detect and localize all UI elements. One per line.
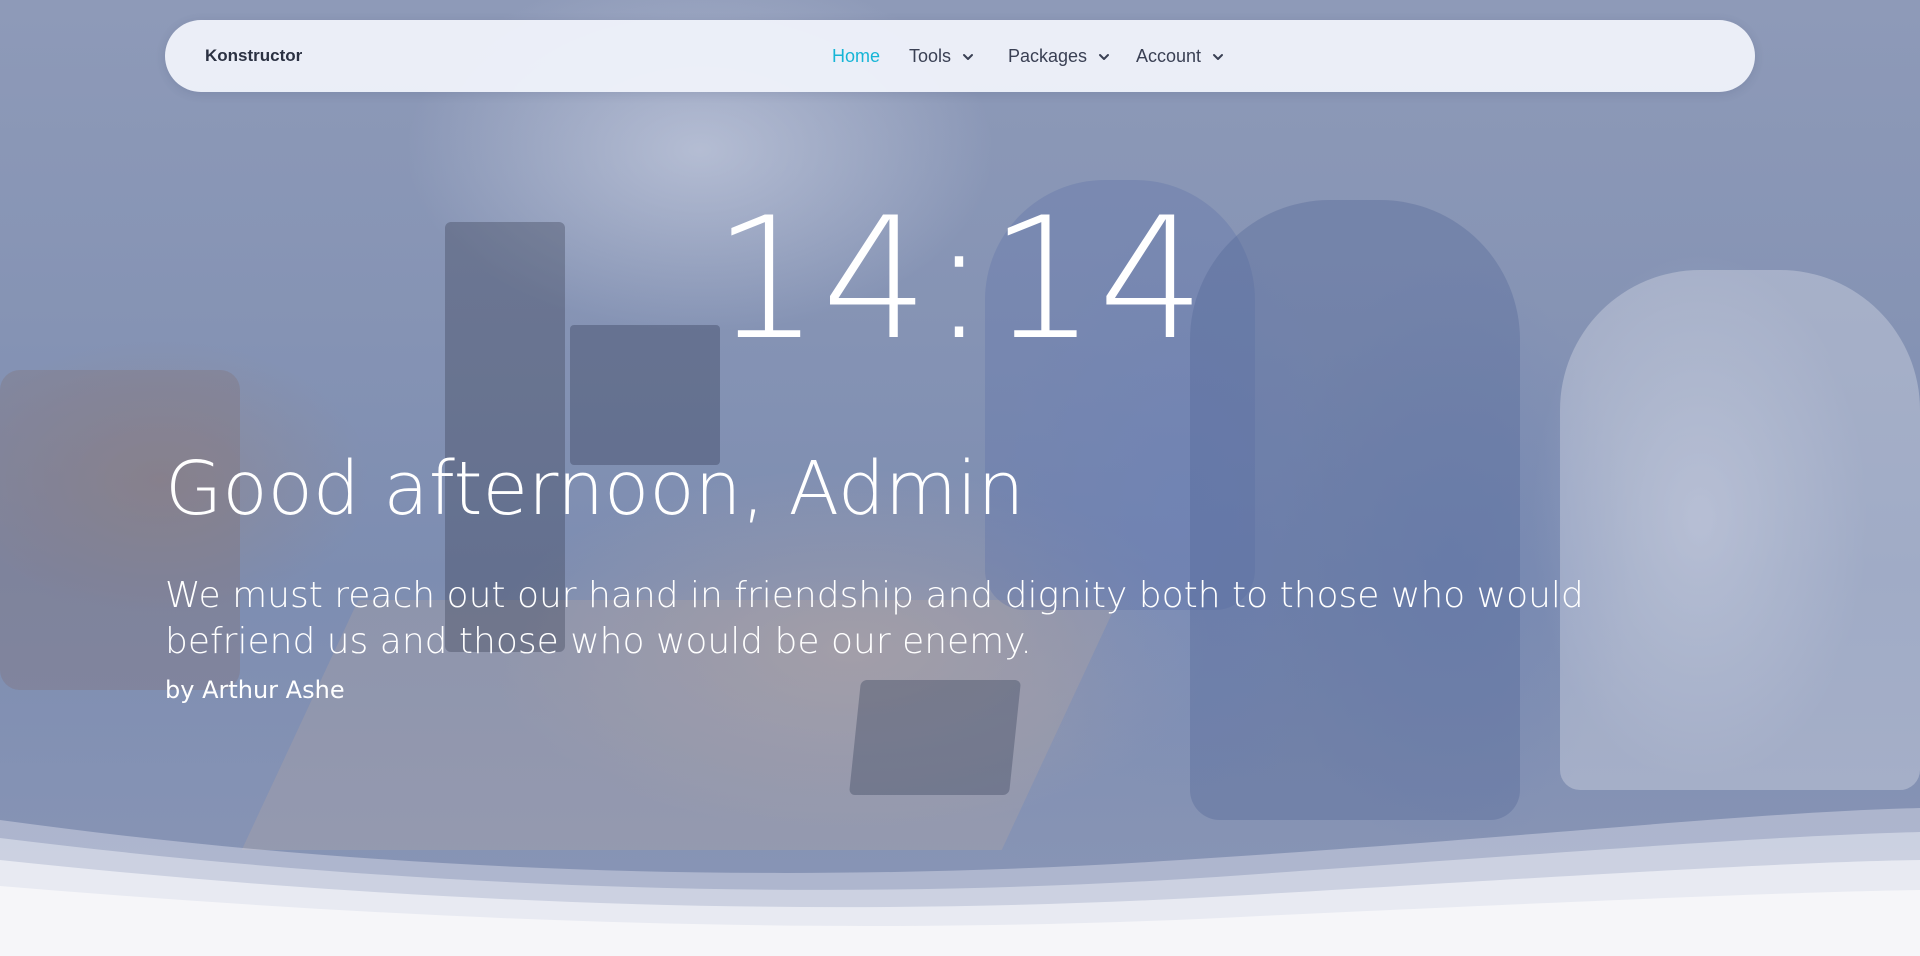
- nav-item-label: Home: [832, 46, 881, 66]
- quote-author: by Arthur Ashe: [165, 676, 345, 704]
- nav-item-packages[interactable]: Packages: [1008, 20, 1110, 92]
- nav-item-label: Account: [1136, 46, 1202, 66]
- clock-display: 14:14: [712, 181, 1208, 377]
- chevron-down-icon: [1099, 54, 1110, 60]
- greeting-heading: Good afternoon, Admin: [165, 446, 1025, 532]
- wave-divider: [0, 808, 1920, 956]
- quote-text: We must reach out our hand in friendship…: [165, 575, 1584, 662]
- chevron-down-icon: [963, 54, 974, 60]
- top-navbar: Konstructor Home Tools Packages Account: [165, 20, 1755, 92]
- nav-item-label: Tools: [909, 46, 952, 66]
- main-nav: Home Tools Packages Account: [165, 20, 1755, 92]
- nav-item-account[interactable]: Account: [1136, 20, 1224, 92]
- hero-section: 14:14 Good afternoon, Admin We must reac…: [0, 0, 1920, 956]
- nav-item-home[interactable]: Home: [832, 20, 880, 92]
- background-photo-keyboard: [848, 680, 1022, 795]
- nav-item-tools[interactable]: Tools: [909, 20, 974, 92]
- nav-item-label: Packages: [1008, 46, 1088, 66]
- chevron-down-icon: [1213, 54, 1224, 60]
